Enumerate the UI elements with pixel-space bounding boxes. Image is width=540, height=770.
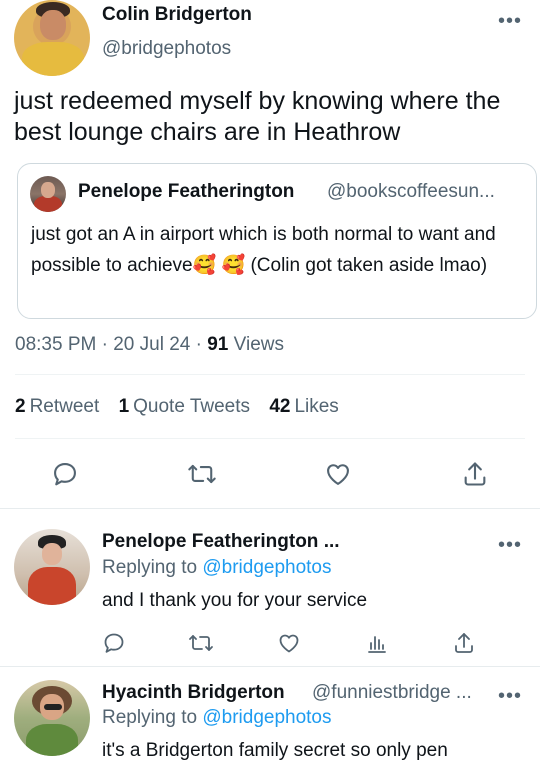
retweets-stat[interactable]: 2 Retweet bbox=[15, 396, 99, 417]
reply-text: and I thank you for your service bbox=[102, 590, 368, 611]
more-options-icon[interactable]: ••• bbox=[498, 686, 522, 706]
likes-count: 42 bbox=[269, 396, 291, 417]
like-button[interactable] bbox=[321, 457, 355, 491]
retweet-label: Retweet bbox=[29, 396, 100, 417]
reply-author-name[interactable]: Hyacinth Bridgerton bbox=[102, 682, 285, 704]
tweet-time: 08:35 PM bbox=[15, 334, 97, 355]
views-count: 91 bbox=[207, 334, 229, 355]
quotes-stat[interactable]: 1 Quote Tweets bbox=[119, 396, 250, 417]
replying-to: Replying to @bridgephotos bbox=[102, 557, 332, 579]
divider bbox=[15, 438, 525, 439]
divider bbox=[0, 508, 540, 509]
meta-separator: · bbox=[101, 334, 108, 355]
quoted-avatar[interactable] bbox=[30, 176, 66, 212]
views-label: Views bbox=[233, 334, 284, 355]
replying-to: Replying to @bridgephotos bbox=[102, 707, 332, 729]
avatar[interactable] bbox=[14, 529, 90, 605]
analytics-icon bbox=[368, 636, 386, 653]
quote-label: Quote Tweets bbox=[133, 396, 251, 417]
avatar[interactable] bbox=[14, 680, 90, 756]
tweet-detail-page: Colin Bridgerton @bridgephotos ••• just … bbox=[0, 0, 540, 770]
reply-author-name[interactable]: Penelope Featherington ... bbox=[102, 531, 340, 553]
more-options-icon[interactable]: ••• bbox=[498, 11, 522, 31]
reply-icon bbox=[54, 463, 76, 486]
likes-stat[interactable]: 42 Likes bbox=[269, 396, 339, 417]
reply-author-handle[interactable]: @funniestbridge ... bbox=[312, 682, 472, 704]
tweet-date: 20 Jul 24 bbox=[113, 334, 191, 355]
replying-handle-link[interactable]: @bridgephotos bbox=[202, 557, 331, 578]
reply-button[interactable] bbox=[99, 628, 129, 658]
share-icon bbox=[455, 633, 473, 653]
divider bbox=[15, 374, 525, 375]
like-icon bbox=[279, 634, 299, 653]
tweet-stats: 2 Retweet 1 Quote Tweets 42 Likes bbox=[15, 396, 339, 418]
quote-count: 1 bbox=[118, 396, 130, 417]
analytics-button[interactable] bbox=[362, 628, 392, 658]
retweet-icon bbox=[188, 464, 216, 484]
reply-icon bbox=[104, 633, 124, 653]
like-icon bbox=[327, 464, 349, 485]
like-button[interactable] bbox=[274, 628, 304, 658]
quoted-tweet-text: just got an A in airport which is both n… bbox=[31, 224, 496, 276]
retweet-icon bbox=[189, 635, 213, 651]
tweet-text: just redeemed myself by knowing where th… bbox=[14, 87, 501, 146]
reply-text: it's a Bridgerton family secret so only … bbox=[102, 740, 448, 761]
author-name[interactable]: Colin Bridgerton bbox=[102, 4, 252, 26]
reply-button[interactable] bbox=[48, 457, 82, 491]
retweet-count: 2 bbox=[15, 396, 26, 417]
author-handle[interactable]: @bridgephotos bbox=[102, 38, 231, 60]
tweet-meta: 08:35 PM · 20 Jul 24 · 91 Views bbox=[15, 334, 284, 356]
quoted-author-name: Penelope Featherington bbox=[78, 181, 295, 202]
retweet-button[interactable] bbox=[186, 628, 216, 658]
more-options-icon[interactable]: ••• bbox=[498, 535, 522, 555]
quoted-tweet-card[interactable]: Penelope Featherington @bookscoffeesun..… bbox=[17, 163, 537, 319]
retweet-button[interactable] bbox=[185, 457, 219, 491]
divider bbox=[0, 666, 540, 667]
share-button[interactable] bbox=[449, 628, 479, 658]
share-icon bbox=[464, 462, 486, 486]
quoted-author-handle: @bookscoffeesun... bbox=[327, 181, 495, 202]
share-button[interactable] bbox=[458, 457, 492, 491]
likes-label: Likes bbox=[294, 396, 339, 417]
replying-label: Replying to bbox=[102, 557, 198, 578]
replying-label: Replying to bbox=[102, 707, 198, 728]
meta-separator: · bbox=[195, 334, 202, 355]
replying-handle-link[interactable]: @bridgephotos bbox=[202, 707, 331, 728]
avatar[interactable] bbox=[14, 0, 90, 76]
